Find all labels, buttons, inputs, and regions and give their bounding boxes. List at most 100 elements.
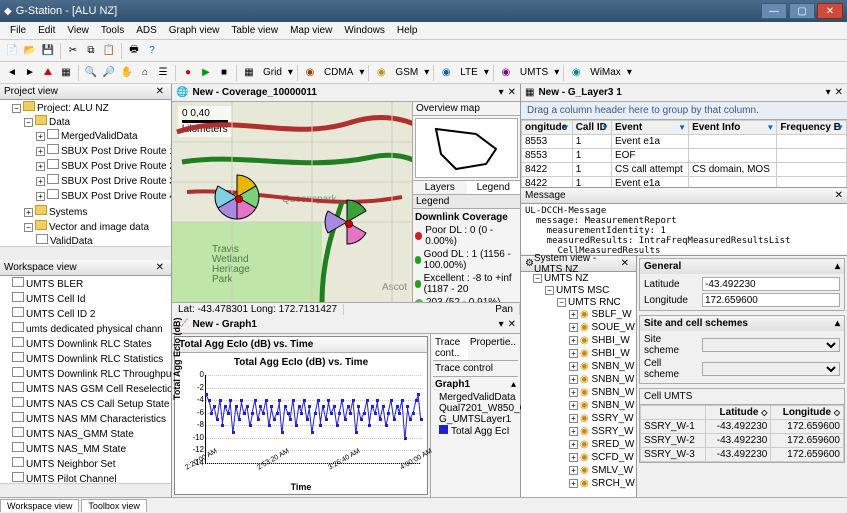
- column-header[interactable]: Longitude ◇: [771, 406, 844, 420]
- chart-area[interactable]: Total Agg EcIo (dB) vs. Time Total Agg E…: [174, 336, 428, 495]
- window-maximize-button[interactable]: ▢: [789, 3, 815, 19]
- group-wimax[interactable]: WiMax: [586, 67, 625, 78]
- tree-item[interactable]: UMTS NAS MM Characteristics: [12, 411, 171, 426]
- project-tree-hscroll[interactable]: [0, 246, 171, 260]
- project-tree[interactable]: −Project: ALU NZ −Data +MergedValidData+…: [0, 100, 171, 246]
- stop-icon[interactable]: ■: [216, 65, 232, 81]
- events-doc-close[interactable]: ✕: [835, 87, 843, 98]
- tree-item[interactable]: ValidData: [36, 233, 171, 246]
- cut-icon[interactable]: ✂: [65, 43, 81, 59]
- column-header[interactable]: Event Info▼: [689, 121, 777, 135]
- play-icon[interactable]: ▶: [198, 65, 214, 81]
- tree-item[interactable]: +◉ SNBN_W: [569, 360, 636, 373]
- tree-item[interactable]: +◉ SCFD_W: [569, 451, 636, 464]
- group-grid[interactable]: Grid: [259, 67, 286, 78]
- tree-item[interactable]: +◉ SNBN_W: [569, 386, 636, 399]
- filter-icon[interactable]: ▼: [601, 123, 609, 132]
- filter-icon[interactable]: ▼: [562, 123, 570, 132]
- tree-item[interactable]: +◉ SNBN_W: [569, 399, 636, 412]
- map-canvas[interactable]: 0 0,40 kilometers Travis Wetland Heritag…: [172, 102, 412, 302]
- lte-icon[interactable]: ◉: [438, 65, 454, 81]
- tree-item[interactable]: +◉ SHBI_W: [569, 334, 636, 347]
- table-row[interactable]: 85531Event e1a: [522, 135, 847, 149]
- open-icon[interactable]: 📂: [22, 43, 38, 59]
- zoom-in-icon[interactable]: 🔍: [83, 65, 99, 81]
- home-icon[interactable]: ⌂: [137, 65, 153, 81]
- group-lte[interactable]: LTE: [456, 67, 482, 78]
- gsm-icon[interactable]: ◉: [373, 65, 389, 81]
- wimax-icon[interactable]: ◉: [568, 65, 584, 81]
- print-icon[interactable]: 🖶: [126, 43, 142, 59]
- copy-icon[interactable]: ⧉: [83, 43, 99, 59]
- chart-icon[interactable]: ⛰: [40, 65, 56, 81]
- trace-item[interactable]: Total Agg EcI: [439, 425, 518, 437]
- menu-view[interactable]: View: [61, 23, 95, 38]
- filter-icon[interactable]: ▼: [766, 123, 774, 132]
- system-view-close[interactable]: ✕: [618, 258, 632, 269]
- menu-ads[interactable]: ADS: [130, 23, 163, 38]
- cdma-icon[interactable]: ◉: [302, 65, 318, 81]
- tree-item[interactable]: UMTS NAS GSM Cell Reselectio: [12, 381, 171, 396]
- column-header[interactable]: Latitude ◇: [706, 406, 771, 420]
- site-scheme-select[interactable]: [702, 338, 840, 352]
- trace-item[interactable]: MergedValidData: [439, 392, 518, 403]
- table-row[interactable]: SSRY_W-3-43.492230172.659600: [641, 448, 844, 462]
- tree-item[interactable]: UMTS Downlink RLC Statistics: [12, 351, 171, 366]
- project-view-close[interactable]: ✕: [153, 86, 167, 97]
- graph-doc-close[interactable]: ✕: [508, 319, 516, 330]
- tree-item[interactable]: umts dedicated physical chann: [12, 321, 171, 336]
- tree-item[interactable]: UMTS Pilot Channel: [12, 471, 171, 483]
- table-row[interactable]: SSRY_W-1-43.492230172.659600: [641, 420, 844, 434]
- new-icon[interactable]: 📄: [4, 43, 20, 59]
- trace-collapse-icon[interactable]: ▴: [511, 379, 516, 390]
- column-header[interactable]: ongitude▼: [522, 121, 573, 135]
- table-row[interactable]: 85531EOF: [522, 149, 847, 163]
- column-header[interactable]: Frequency B▼: [777, 121, 847, 135]
- tree-item[interactable]: +◉ SRED_W: [569, 438, 636, 451]
- tree-item[interactable]: +SBUX Post Drive Route 1 31-08-2010 3: [36, 143, 171, 158]
- tab-toolbox-view[interactable]: Toolbox view: [81, 499, 147, 512]
- tree-item[interactable]: +SBUX Post Drive Route 3 31-08-2010 3: [36, 173, 171, 188]
- column-header[interactable]: [641, 406, 706, 420]
- tab-workspace-view[interactable]: Workspace view: [0, 499, 79, 512]
- column-header[interactable]: Call ID▼: [572, 121, 611, 135]
- graph-doc-min[interactable]: ▾: [499, 319, 504, 330]
- events-table[interactable]: ongitude▼Call ID▼Event▼Event Info▼Freque…: [521, 120, 847, 187]
- tree-item[interactable]: +◉ SSRY_W: [569, 425, 636, 438]
- column-header[interactable]: Event▼: [611, 121, 688, 135]
- menu-windows[interactable]: Windows: [338, 23, 391, 38]
- tree-item[interactable]: +◉ SBLF_W: [569, 308, 636, 321]
- grid-icon[interactable]: ▦: [241, 65, 257, 81]
- zoom-out-icon[interactable]: 🔎: [101, 65, 117, 81]
- tree-item[interactable]: UMTS NAS CS Call Setup State: [12, 396, 171, 411]
- layers-icon[interactable]: ☰: [155, 65, 171, 81]
- tree-item[interactable]: +◉ SNBN_W: [569, 373, 636, 386]
- tab-properties[interactable]: Propertie..: [468, 336, 518, 360]
- system-tree[interactable]: −UMTS NZ −UMTS MSC −UMTS RNC +◉ SBLF_W+◉…: [521, 272, 636, 497]
- tree-item[interactable]: UMTS Neighbor Set: [12, 456, 171, 471]
- map-doc-min[interactable]: ▾: [499, 87, 504, 98]
- filter-icon[interactable]: ▼: [836, 123, 844, 132]
- trace-item[interactable]: G_UMTSLayer1: [439, 414, 518, 425]
- tree-item[interactable]: +SBUX Post Drive Route 4 31-08-2010 3: [36, 188, 171, 203]
- grid-group-hint[interactable]: Drag a column header here to group by th…: [521, 102, 847, 120]
- menu-file[interactable]: File: [4, 23, 32, 38]
- events-doc-min[interactable]: ▾: [826, 87, 831, 98]
- tab-trace-control[interactable]: Trace cont..: [433, 336, 468, 360]
- tree-item[interactable]: +SBUX Post Drive Route 2 31-08-2010 3: [36, 158, 171, 173]
- umts-icon[interactable]: ◉: [498, 65, 514, 81]
- table-row[interactable]: 84221CS call attemptCS domain, MOS: [522, 163, 847, 177]
- record-icon[interactable]: ●: [180, 65, 196, 81]
- tree-item[interactable]: +◉ SHBI_W: [569, 347, 636, 360]
- tab-layers[interactable]: Layers: [413, 181, 467, 194]
- nav-fwd-icon[interactable]: ►: [22, 65, 38, 81]
- map-doc-close[interactable]: ✕: [508, 87, 516, 98]
- tree-item[interactable]: +◉ SRCH_W: [569, 477, 636, 490]
- window-minimize-button[interactable]: —: [761, 3, 787, 19]
- window-close-button[interactable]: ✕: [817, 3, 843, 19]
- save-icon[interactable]: 💾: [40, 43, 56, 59]
- tree-item[interactable]: UMTS Cell Id: [12, 291, 171, 306]
- table-icon[interactable]: ▦: [58, 65, 74, 81]
- tree-item[interactable]: +◉ SOUE_W: [569, 321, 636, 334]
- pan-icon[interactable]: ✋: [119, 65, 135, 81]
